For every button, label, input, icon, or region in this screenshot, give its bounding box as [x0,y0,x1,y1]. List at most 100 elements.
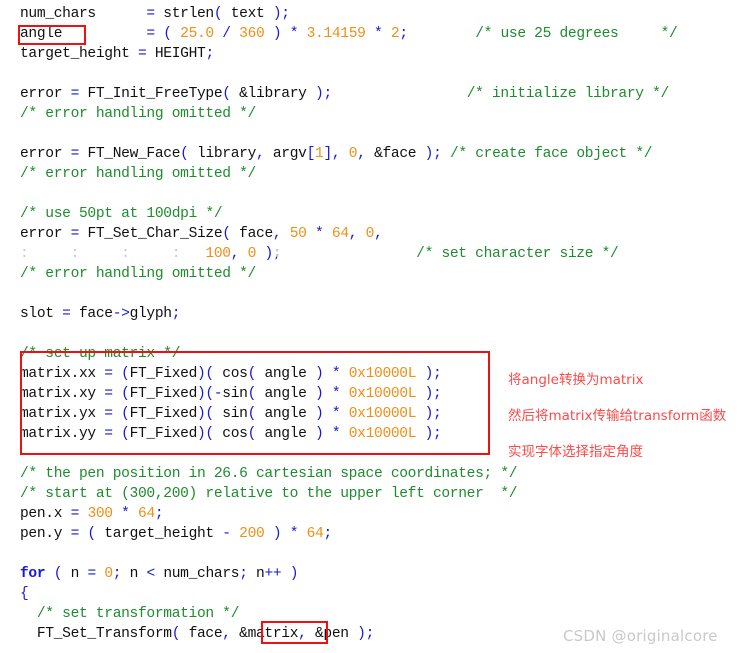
code-token: 3.14159 [306,26,366,42]
code-token: FT_New_Face [79,146,181,162]
code-token: /* error handling omitted */ [20,166,256,182]
code-token: { [20,586,29,602]
code-line[interactable]: for ( n = 0; n < num_chars; n++ ) [20,564,299,584]
code-token: /* set character size */ [416,246,619,262]
code-token: ( [222,86,231,102]
code-line[interactable]: slot = face->glyph; [20,304,181,324]
code-token: angle [256,366,316,382]
code-token: , [222,626,231,642]
code-token: ) * [315,406,349,422]
code-token: ( [180,146,189,162]
annotation-rotate-result: 实现字体选择指定角度 [508,444,643,460]
code-token: ], [323,146,341,162]
code-line[interactable]: { [20,584,29,604]
code-line[interactable]: /* set up matrix */ [20,344,180,364]
code-token: 64 [331,226,349,242]
code-token: FT_Fixed [129,366,198,382]
code-token: ( [171,626,181,642]
code-token: num_chars [20,6,147,22]
code-token: 0 [348,146,358,162]
code-line[interactable]: matrix.xy = (FT_Fixed)(-sin( angle ) * 0… [20,384,442,404]
code-token: )( [197,366,214,382]
code-token: /* error handling omitted */ [20,106,256,122]
code-surface: num_chars = strlen( text ); angle = ( 25.… [0,0,738,653]
code-token: angle [256,426,316,442]
code-line[interactable]: error = FT_Set_Char_Size( face, 50 * 64,… [20,224,383,244]
code-token: matrix.xy [20,386,105,402]
code-token: * [112,506,139,522]
code-line[interactable]: /* error handling omitted */ [20,264,256,284]
code-token: ); [315,86,332,102]
code-token: )( [197,426,214,442]
code-token: = [146,6,155,22]
code-token: ( [247,406,257,422]
code-token: pen.x [20,506,71,522]
code-token: -> [112,306,130,322]
code-token: error [20,146,71,162]
code-token: matrix.xx [20,366,105,382]
code-token: /* create face object */ [449,146,653,162]
code-token: n [129,566,147,582]
code-line[interactable]: angle = ( 25.0 / 360 ) * 3.14159 * 2; /*… [20,24,678,44]
code-token: glyph [129,306,172,322]
code-token: sin [222,386,248,402]
code-token: angle [20,26,147,42]
code-token: ); [416,406,442,422]
code-token: &matrix [230,626,299,642]
code-token: argv [264,146,307,162]
code-line[interactable]: /* error handling omitted */ [20,164,256,184]
code-token: &library [230,86,316,102]
code-token: /* use 25 degrees */ [475,26,678,42]
code-token: ; [205,46,214,62]
code-token: ) * [315,386,349,402]
code-line[interactable]: error = FT_New_Face( library, argv[1], 0… [20,144,653,164]
code-token: 25.0 [180,26,214,42]
csdn-watermark: CSDN @originalcore [563,627,718,645]
code-line[interactable]: pen.y = ( target_height - 200 ) * 64; [20,524,332,544]
code-token: ; [171,306,181,322]
code-token: 0x10000L [348,366,417,382]
code-token: = [87,566,105,582]
indent-guide-marks: : : : : : : [20,246,282,262]
code-token: , [357,146,366,162]
code-token: n [70,566,88,582]
code-token: /* use 50pt at 100dpi */ [20,206,223,222]
code-line[interactable]: pen.x = 300 * 64; [20,504,164,524]
code-token: = ( [146,26,181,42]
code-line[interactable]: matrix.yy = (FT_Fixed)( cos( angle ) * 0… [20,424,442,444]
code-token: &face [365,146,425,162]
code-token: FT_Init_FreeType [79,86,223,102]
code-token: = [62,306,71,322]
code-line[interactable]: matrix.xx = (FT_Fixed)( cos( angle ) * 0… [20,364,442,384]
code-token: 50 [289,226,307,242]
code-line[interactable]: FT_Set_Transform( face, &matrix, &pen ); [20,624,374,644]
code-token: ( [222,226,231,242]
code-token: ; [323,526,332,542]
code-line[interactable]: matrix.yx = (FT_Fixed)( sin( angle ) * 0… [20,404,442,424]
code-line[interactable]: /* the pen position in 26.6 cartesian sp… [20,464,518,484]
code-token: 360 [239,26,265,42]
code-token: angle [256,406,316,422]
code-token: ( [247,426,257,442]
code-line[interactable]: /* use 50pt at 100dpi */ [20,204,223,224]
code-line[interactable]: num_chars = strlen( text ); [20,4,290,24]
code-token: text [222,6,273,22]
code-line[interactable]: error = FT_Init_FreeType( &library ); /*… [20,84,669,104]
code-line[interactable]: target_height = HEIGHT; [20,44,214,64]
code-token: = [70,226,80,242]
code-token: ); [424,146,442,162]
code-token: * [365,26,391,42]
code-token: /* start at (300,200) relative to the up… [20,486,518,502]
code-token: , [348,226,358,242]
code-token: ) * [315,366,349,382]
code-line[interactable]: /* error handling omitted */ [20,104,256,124]
code-token: FT_Set_Transform [20,626,172,642]
code-line[interactable]: /* set transformation */ [20,604,240,624]
code-token: < [146,566,164,582]
code-token: = ( [70,526,105,542]
code-line[interactable]: /* start at (300,200) relative to the up… [20,484,518,504]
code-token: /* the pen position in 26.6 cartesian sp… [20,466,518,482]
